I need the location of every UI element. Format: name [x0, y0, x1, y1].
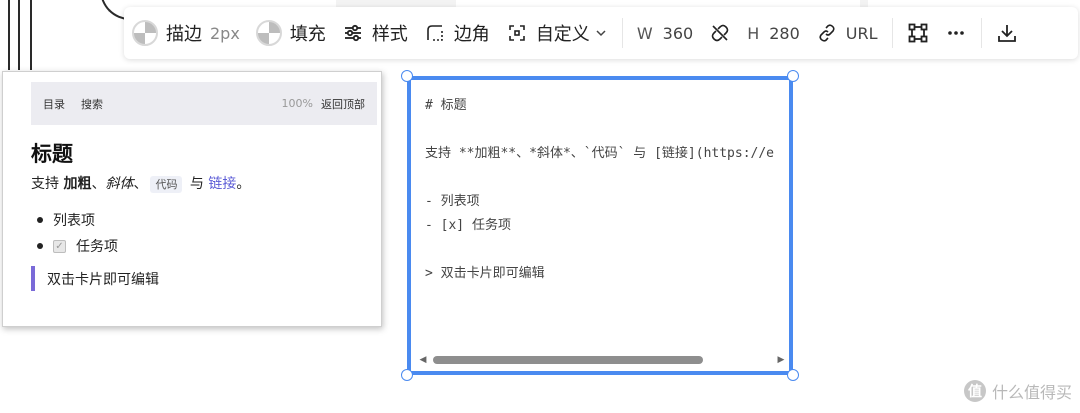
download-button[interactable] — [988, 7, 1026, 59]
resize-handle-top-left[interactable] — [401, 70, 413, 82]
list-item: 列表项 — [37, 207, 118, 233]
url-button[interactable]: URL — [808, 7, 886, 59]
scroll-thumb[interactable] — [433, 356, 703, 364]
preview-list: 列表项 ✓ 任务项 — [37, 207, 118, 259]
more-icon — [945, 22, 967, 44]
editor-content[interactable]: # 标题支持 **加粗**、*斜体*、`代码` 与 [链接](https://e… — [425, 94, 774, 286]
resize-handle-bottom-right[interactable] — [787, 369, 799, 381]
checker-swatch-icon — [255, 20, 282, 46]
toolbar-divider — [621, 18, 623, 48]
resize-handle-bottom-left[interactable] — [401, 369, 413, 381]
markdown-preview-card[interactable]: 目录 搜索 100% 返回顶部 标题 支持 加粗、斜体、 代码 与 链接。 列表项… — [2, 71, 382, 327]
style-label: 样式 — [371, 24, 408, 45]
style-button[interactable]: 样式 — [334, 7, 416, 59]
para-text: 、 — [91, 176, 106, 192]
stroke-button[interactable]: 描边 2px — [124, 7, 248, 59]
para-text: 支持 — [31, 176, 64, 192]
back-to-top-link[interactable]: 返回顶部 — [321, 96, 365, 112]
para-bold: 加粗 — [63, 176, 92, 192]
para-text: 与 — [185, 176, 209, 192]
lock-ratio-button[interactable] — [701, 7, 739, 59]
stroke-label: 描边 — [166, 24, 202, 45]
bullet-icon — [37, 243, 43, 249]
task-item-label: 任务项 — [76, 239, 118, 255]
preview-title: 标题 — [31, 142, 73, 166]
height-value: 280 — [769, 23, 800, 43]
scroll-right-icon[interactable]: ▶ — [775, 355, 787, 365]
zoom-level: 100% — [281, 97, 313, 110]
download-icon — [996, 22, 1018, 44]
nav-toc-link[interactable]: 目录 — [43, 96, 65, 112]
horizontal-scrollbar[interactable]: ◀ ▶ — [417, 353, 787, 367]
editor-line: - [x] 任务项 — [425, 218, 511, 233]
scroll-track[interactable] — [429, 355, 775, 365]
nav-search-link[interactable]: 搜索 — [81, 96, 103, 112]
checker-swatch-icon — [132, 20, 158, 46]
para-link[interactable]: 链接 — [208, 176, 236, 192]
watermark: 值 什么值得买 — [963, 379, 1072, 403]
editor-line: > 双击卡片即可编辑 — [425, 266, 545, 281]
corner-label: 边角 — [453, 24, 490, 45]
markdown-source-editor[interactable]: # 标题支持 **加粗**、*斜体*、`代码` 与 [链接](https://e… — [407, 76, 793, 375]
para-italic: 斜体 — [105, 176, 134, 192]
dashed-corner-icon — [424, 22, 446, 44]
para-text: 、 — [133, 176, 148, 192]
unlink-icon — [709, 22, 731, 44]
frame-icon — [907, 22, 929, 44]
bullet-icon — [37, 217, 43, 223]
scroll-left-icon[interactable]: ◀ — [417, 355, 429, 365]
blockquote-text: 双击卡片即可编辑 — [47, 271, 159, 288]
chevron-down-icon — [594, 22, 608, 44]
height-field[interactable]: H 280 — [739, 7, 808, 59]
stroke-value: 2px — [210, 23, 240, 43]
frame-button[interactable] — [899, 7, 937, 59]
link-icon — [816, 22, 838, 44]
custom-dropdown[interactable]: 自定义 — [498, 7, 616, 59]
resize-handle-top-right[interactable] — [787, 70, 799, 82]
canvas-line — [18, 0, 20, 70]
para-text: 。 — [236, 176, 251, 192]
corner-button[interactable]: 边角 — [416, 7, 498, 59]
para-code: 代码 — [150, 176, 183, 193]
dashed-frame-icon — [506, 22, 528, 44]
list-item-label: 列表项 — [53, 213, 95, 229]
fill-label: 填充 — [289, 24, 326, 45]
preview-blockquote: 双击卡片即可编辑 — [31, 266, 159, 291]
toolbar-divider — [891, 18, 893, 48]
width-value: 360 — [662, 23, 694, 43]
task-checkbox[interactable]: ✓ — [53, 239, 66, 253]
sliders-icon — [342, 22, 364, 44]
fill-button[interactable]: 填充 — [248, 7, 334, 59]
editor-line: - 列表项 — [425, 194, 480, 209]
task-item: ✓ 任务项 — [37, 233, 118, 259]
preview-paragraph: 支持 加粗、斜体、 代码 与 链接。 — [31, 173, 250, 193]
width-field[interactable]: W 360 — [629, 7, 701, 59]
canvas-line — [8, 0, 10, 70]
shape-toolbar: 描边 2px 填充 样式 边角 自定义 W 360 H 280 URL — [124, 7, 1078, 59]
more-button[interactable] — [937, 7, 975, 59]
width-label: W — [636, 23, 653, 43]
watermark-text: 什么值得买 — [991, 383, 1072, 402]
editor-line: # 标题 — [425, 98, 467, 113]
height-label: H — [747, 23, 760, 43]
url-label: URL — [845, 23, 878, 43]
toolbar-divider — [980, 18, 982, 48]
editor-line: 支持 **加粗**、*斜体*、`代码` 与 [链接](https://e — [425, 146, 775, 161]
watermark-logo-icon: 值 — [963, 380, 986, 402]
custom-label: 自定义 — [535, 24, 590, 45]
canvas-line — [30, 0, 32, 70]
preview-navbar: 目录 搜索 100% 返回顶部 — [31, 82, 377, 125]
